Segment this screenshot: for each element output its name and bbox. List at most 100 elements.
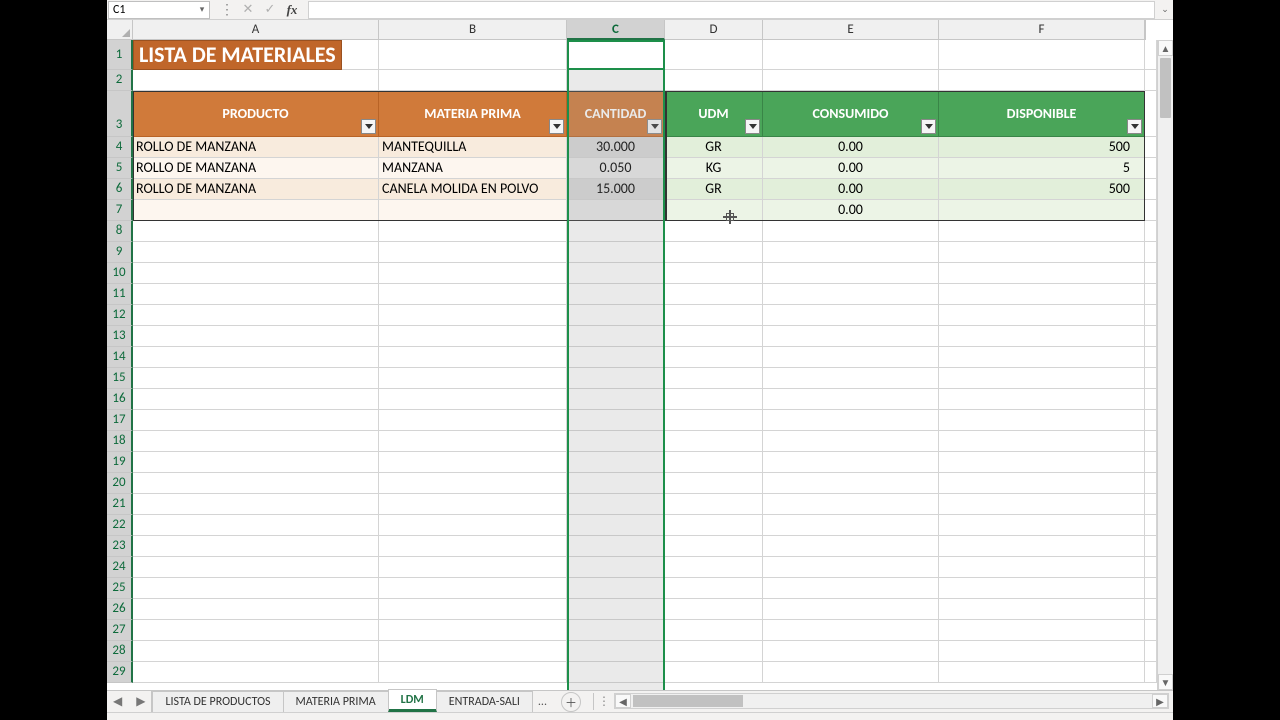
cell[interactable] [379, 347, 567, 368]
add-sheet-button[interactable]: ＋ [561, 692, 581, 712]
cell[interactable] [379, 431, 567, 452]
rowhead[interactable]: 15 [107, 368, 133, 389]
cell[interactable] [567, 284, 665, 305]
cell[interactable] [567, 599, 665, 620]
rowhead[interactable]: 28 [107, 641, 133, 662]
colhead-e[interactable]: E [763, 20, 939, 40]
cell-producto[interactable] [133, 200, 379, 221]
cell-udm[interactable]: GR [665, 137, 763, 158]
cell[interactable] [1145, 91, 1157, 137]
cell[interactable] [665, 557, 763, 578]
rowhead[interactable]: 18 [107, 431, 133, 452]
cell[interactable] [665, 452, 763, 473]
cell[interactable] [1145, 305, 1157, 326]
cell[interactable] [763, 305, 939, 326]
cell[interactable] [665, 641, 763, 662]
cell[interactable] [763, 263, 939, 284]
cell[interactable] [1145, 158, 1157, 179]
cell-producto[interactable]: ROLLO DE MANZANA [133, 137, 379, 158]
cell[interactable] [763, 221, 939, 242]
cell[interactable] [939, 263, 1145, 284]
cell[interactable] [567, 536, 665, 557]
header-consumido[interactable]: CONSUMIDO [763, 91, 939, 137]
scroll-thumb[interactable] [1160, 58, 1171, 118]
scroll-thumb[interactable] [633, 695, 743, 707]
scroll-up-icon[interactable]: ▲ [1158, 40, 1173, 56]
cell[interactable] [567, 557, 665, 578]
cell[interactable] [133, 452, 379, 473]
cell[interactable] [133, 389, 379, 410]
cell[interactable] [763, 515, 939, 536]
cell-disponible[interactable]: 5 [939, 158, 1145, 179]
cell[interactable] [1145, 179, 1157, 200]
rowhead[interactable]: 23 [107, 536, 133, 557]
cell[interactable] [1145, 347, 1157, 368]
cell[interactable] [567, 662, 665, 683]
vertical-scrollbar[interactable]: ▲ ▼ [1157, 40, 1173, 690]
cell[interactable] [665, 599, 763, 620]
filter-icon[interactable] [361, 119, 376, 134]
cell[interactable] [133, 284, 379, 305]
cell[interactable] [379, 40, 567, 70]
cell-udm[interactable] [665, 200, 763, 221]
select-all-corner[interactable] [107, 20, 133, 40]
rowhead[interactable]: 16 [107, 389, 133, 410]
cell[interactable] [665, 221, 763, 242]
cell[interactable] [939, 410, 1145, 431]
header-udm[interactable]: UDM [665, 91, 763, 137]
cell[interactable] [665, 536, 763, 557]
cell[interactable] [1145, 410, 1157, 431]
cell[interactable] [1145, 515, 1157, 536]
cell[interactable] [665, 662, 763, 683]
cell[interactable] [567, 263, 665, 284]
cell[interactable] [665, 305, 763, 326]
cell[interactable] [939, 473, 1145, 494]
cell[interactable] [1145, 473, 1157, 494]
cell[interactable] [1145, 284, 1157, 305]
cell-disponible[interactable]: 500 [939, 179, 1145, 200]
cell[interactable] [379, 410, 567, 431]
cell[interactable] [133, 305, 379, 326]
cell[interactable] [665, 515, 763, 536]
cell[interactable] [939, 641, 1145, 662]
cell[interactable] [763, 284, 939, 305]
rowhead[interactable]: 6 [107, 179, 133, 200]
cell[interactable] [1145, 200, 1157, 221]
rowhead[interactable]: 26 [107, 599, 133, 620]
cells[interactable]: LISTA DE MATERIALES PRODUCTO MATERIA PRI… [133, 40, 1157, 690]
tab-entrada-salida[interactable]: ENTRADA-SALI [436, 691, 533, 712]
cell[interactable] [379, 620, 567, 641]
rowhead[interactable]: 7 [107, 200, 133, 221]
nav-prev-icon[interactable]: ◀ [113, 694, 122, 709]
cell[interactable] [379, 557, 567, 578]
rowhead[interactable]: 17 [107, 410, 133, 431]
tabs-overflow-icon[interactable]: ... [532, 692, 553, 712]
rowhead[interactable]: 19 [107, 452, 133, 473]
cell[interactable] [763, 326, 939, 347]
cell[interactable] [1145, 452, 1157, 473]
filter-icon[interactable] [647, 119, 662, 134]
cell[interactable] [939, 662, 1145, 683]
formula-input[interactable] [308, 1, 1155, 19]
cell[interactable] [133, 70, 379, 91]
cell[interactable] [567, 389, 665, 410]
cell[interactable] [1145, 263, 1157, 284]
cell[interactable] [763, 557, 939, 578]
cell[interactable] [379, 578, 567, 599]
cell[interactable] [939, 221, 1145, 242]
cell[interactable] [1145, 494, 1157, 515]
cell[interactable] [763, 242, 939, 263]
cell[interactable] [665, 620, 763, 641]
cell[interactable] [133, 536, 379, 557]
cell[interactable] [567, 221, 665, 242]
cell[interactable] [567, 473, 665, 494]
rowhead[interactable]: 29 [107, 662, 133, 683]
cell-materia[interactable]: MANTEQUILLA [379, 137, 567, 158]
cell[interactable] [763, 368, 939, 389]
tab-ldm[interactable]: LDM [388, 689, 437, 712]
scroll-right-icon[interactable]: ▶ [1152, 694, 1168, 708]
cell[interactable] [763, 452, 939, 473]
cell-consumido[interactable]: 0.00 [763, 200, 939, 221]
cell[interactable] [379, 284, 567, 305]
cell[interactable] [665, 410, 763, 431]
